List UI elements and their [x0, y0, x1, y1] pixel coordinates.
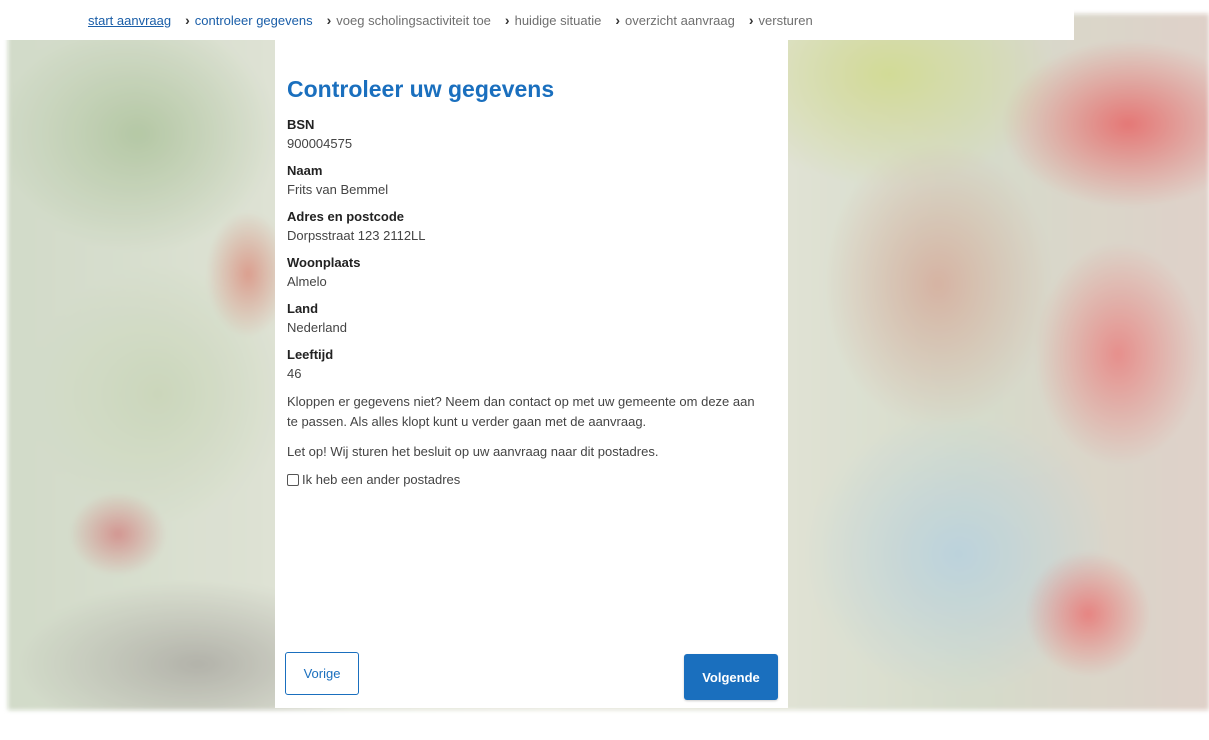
field-land: Land Nederland — [287, 300, 776, 337]
breadcrumb-step: voeg scholingsactiviteit toe — [336, 12, 491, 28]
chevron-right-icon: › — [326, 12, 332, 28]
page-title: Controleer uw gegevens — [287, 76, 555, 102]
field-label: Land — [287, 301, 319, 316]
field-naam: Naam Frits van Bemmel — [287, 162, 776, 199]
field-bsn: BSN 900004575 — [287, 116, 776, 153]
field-value: 46 — [287, 366, 302, 381]
breadcrumb-item-overzicht-aanvraag: › overzicht aanvraag — [615, 12, 735, 28]
breadcrumb: start aanvraag › controleer gegevens › v… — [0, 0, 1074, 40]
postal-notice-text: Let op! Wij sturen het besluit op uw aan… — [287, 444, 659, 459]
breadcrumb-current: controleer gegevens — [194, 12, 313, 28]
breadcrumb-item-start-aanvraag[interactable]: start aanvraag — [88, 13, 171, 28]
chevron-right-icon: › — [615, 12, 620, 28]
page: start aanvraag › controleer gegevens › v… — [0, 0, 1209, 740]
field-label: Woonplaats — [287, 255, 361, 270]
field-label: Naam — [287, 163, 323, 178]
next-button[interactable]: Volgende — [684, 654, 778, 700]
field-value: 900004575 — [287, 136, 353, 151]
field-value: Dorpsstraat 123 2112LL — [287, 228, 426, 243]
breadcrumb-item-voeg-scholingsactiviteit-toe: › voeg scholingsactiviteit toe — [327, 12, 491, 28]
details-card: Controleer uw gegevens BSN 900004575 Naa… — [275, 40, 788, 708]
chevron-right-icon: › — [748, 12, 754, 28]
breadcrumb-link[interactable]: start aanvraag — [88, 13, 171, 28]
breadcrumb-step: huidige situatie — [514, 12, 602, 28]
chevron-right-icon: › — [504, 12, 510, 28]
field-value: Frits van Bemmel — [287, 182, 389, 197]
breadcrumb-item-controleer-gegevens: › controleer gegevens — [185, 12, 312, 28]
checkbox-label: Ik heb een ander postadres — [302, 472, 461, 487]
correction-info-text: Kloppen er gegevens niet? Neem dan conta… — [287, 394, 755, 429]
field-label: Leeftijd — [287, 347, 334, 362]
field-label: BSN — [287, 117, 315, 132]
field-woonplaats: Woonplaats Almelo — [287, 254, 776, 291]
field-value: Almelo — [287, 274, 327, 289]
other-postal-address-option[interactable]: Ik heb een ander postadres — [287, 472, 776, 487]
field-adres-postcode: Adres en postcode Dorpsstraat 123 2112LL — [287, 208, 776, 245]
breadcrumb-step: versturen — [758, 12, 813, 28]
chevron-right-icon: › — [185, 12, 190, 28]
breadcrumb-item-huidige-situatie: › huidige situatie — [505, 12, 601, 28]
breadcrumb-item-versturen: › versturen — [749, 12, 813, 28]
field-leeftijd: Leeftijd 46 — [287, 346, 776, 383]
previous-button[interactable]: Vorige — [285, 652, 359, 695]
field-value: Nederland — [287, 320, 347, 335]
breadcrumb-step: overzicht aanvraag — [625, 12, 735, 28]
other-postal-address-checkbox[interactable] — [287, 473, 299, 486]
field-label: Adres en postcode — [287, 209, 405, 224]
